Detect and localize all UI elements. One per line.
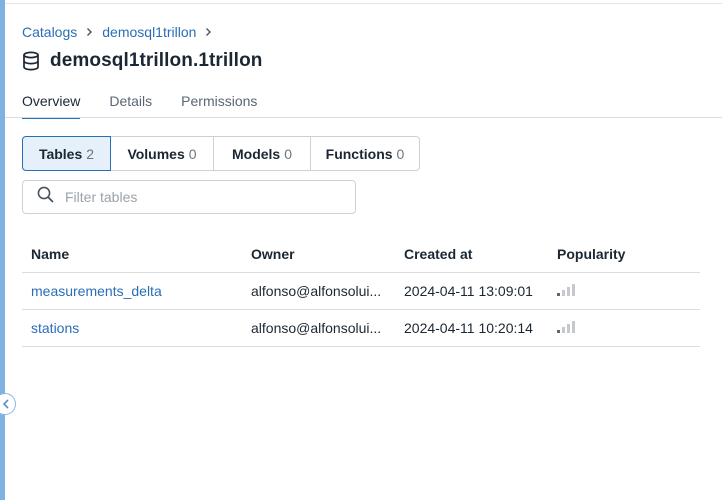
segment-volumes[interactable]: Volumes 0 (110, 136, 214, 171)
tab-overview[interactable]: Overview (22, 93, 81, 119)
segment-label: Tables (38, 145, 83, 162)
database-icon (22, 51, 42, 71)
segment-tables[interactable]: Tables 2 (22, 136, 111, 171)
filter-box (22, 180, 356, 214)
segment-count: 2 (86, 145, 95, 162)
tab-details[interactable]: Details (109, 93, 152, 119)
segment-functions[interactable]: Functions 0 (310, 136, 420, 171)
signal-bars-icon (557, 284, 575, 296)
segment-count: 0 (396, 145, 405, 162)
segment-count: 0 (284, 145, 293, 162)
segment-label: Functions (325, 145, 393, 162)
tables-table: Name Owner Created at Popularity measure… (22, 236, 700, 347)
search-icon (37, 186, 54, 208)
breadcrumb: Catalogs demosql1trillon (22, 24, 221, 40)
chevron-right-icon (205, 27, 212, 37)
header-divider (5, 3, 722, 4)
segment-models[interactable]: Models 0 (213, 136, 311, 171)
tab-permissions[interactable]: Permissions (181, 93, 257, 119)
breadcrumb-catalog[interactable]: demosql1trillon (102, 24, 196, 40)
chevron-left-icon (2, 399, 9, 409)
column-header-created-at[interactable]: Created at (404, 246, 557, 262)
chevron-right-icon (86, 27, 93, 37)
segment-count: 0 (188, 145, 197, 162)
column-header-owner[interactable]: Owner (251, 246, 404, 262)
table-name-link[interactable]: stations (31, 320, 79, 336)
segment-label: Volumes (127, 145, 185, 162)
segment-label: Models (231, 145, 281, 162)
left-sidebar-rail (0, 0, 5, 500)
tab-bar: Overview Details Permissions (22, 93, 286, 119)
table-row[interactable]: stations alfonso@alfonsolui... 2024-04-1… (22, 310, 700, 347)
tabs-divider (5, 117, 722, 118)
page-header: demosql1trillon.1trillon (22, 50, 262, 72)
table-name-link[interactable]: measurements_delta (31, 283, 162, 299)
asset-type-selector: Tables 2 Volumes 0 Models 0 Functions 0 (22, 136, 420, 171)
page-title: demosql1trillon.1trillon (50, 50, 263, 71)
column-header-name[interactable]: Name (22, 246, 251, 262)
owner-cell: alfonso@alfonsolui... (251, 283, 382, 299)
column-header-popularity[interactable]: Popularity (557, 246, 700, 262)
filter-tables-input[interactable] (63, 188, 327, 206)
table-header: Name Owner Created at Popularity (22, 236, 700, 273)
sidebar-collapse-button[interactable] (0, 393, 16, 415)
owner-cell: alfonso@alfonsolui... (251, 320, 382, 336)
created-at-cell: 2024-04-11 13:09:01 (404, 283, 533, 299)
signal-bars-icon (557, 321, 575, 333)
table-row[interactable]: measurements_delta alfonso@alfonsolui...… (22, 273, 700, 310)
created-at-cell: 2024-04-11 10:20:14 (404, 320, 533, 336)
breadcrumb-catalogs[interactable]: Catalogs (22, 24, 77, 40)
